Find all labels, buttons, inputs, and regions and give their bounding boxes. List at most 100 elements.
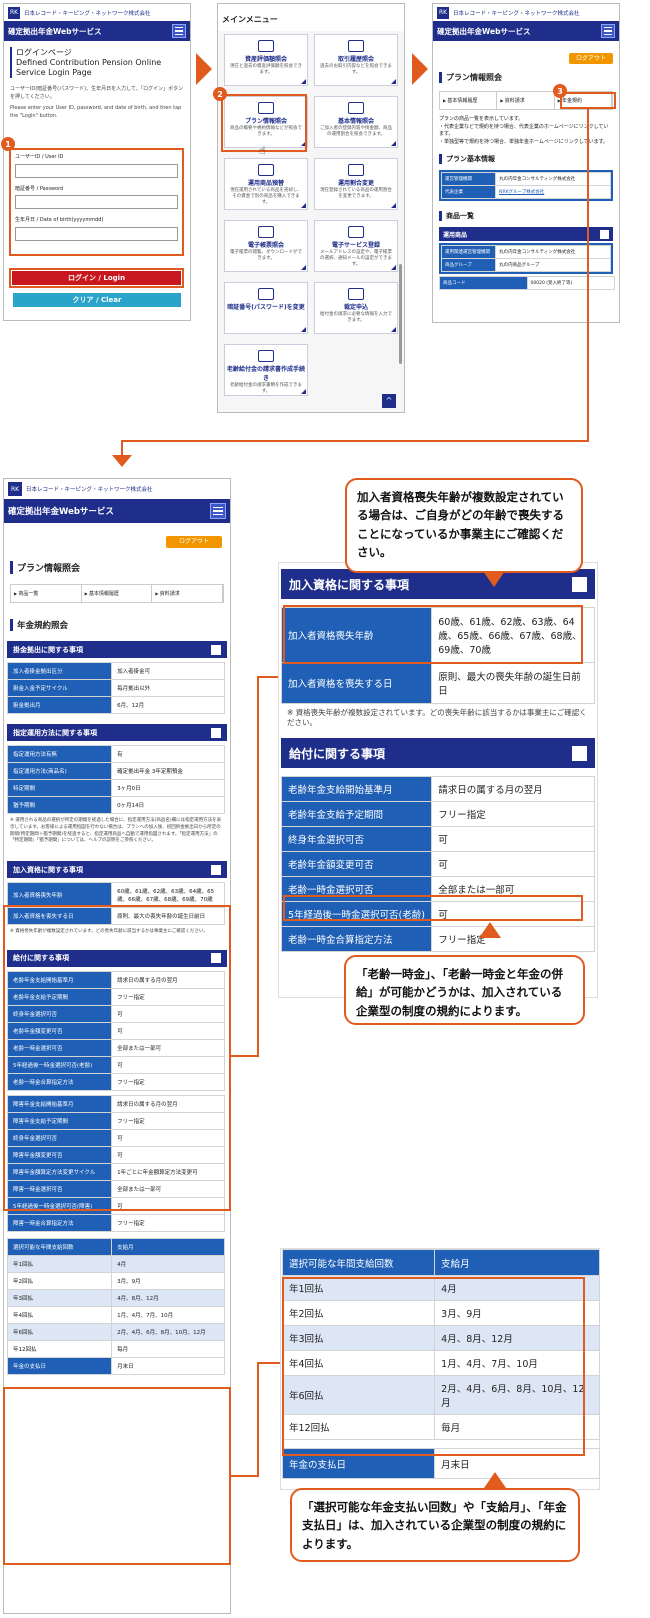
crumb-documents[interactable]: 資料請求: [152, 585, 224, 602]
menu-tile-desc: 現在登録されている商品の運用割合を変更できます。: [320, 188, 392, 199]
table-value: 加入者掛金可: [111, 662, 225, 680]
company-name: 日本レコード・キーピング・ネットワーク株式会社: [26, 487, 153, 493]
table-row: 特定期間 3ヶ月0日: [6, 779, 225, 797]
menu-tile-title: 電子帳票照会: [247, 242, 284, 249]
menu-tile[interactable]: 基本情報照会 ご加入者の登録内容や掛金額、商品の運用割合を照会できます。: [314, 96, 398, 148]
table-header: 支給月: [111, 1237, 225, 1256]
menu-tile-icon: [258, 226, 274, 238]
callout-lump-sum: 「老齢一時金」、「老齢一時金と年金の併給」が可能かどうかは、加入されている企業型…: [344, 955, 585, 1025]
hand-cursor-icon: ☝: [259, 144, 266, 157]
menu-tile-icon: [348, 102, 364, 114]
table-row: 年4回払 1月、4月、7月、10月: [6, 1305, 225, 1324]
menu-tile-desc: ご加入者の登録内容や掛金額、商品の運用割合を照会できます。: [320, 126, 392, 137]
menu-tile-title: 裁定申込: [343, 304, 368, 311]
table-value: 毎月拠出以外: [111, 679, 225, 697]
crumb-products[interactable]: 商品一覧: [11, 585, 82, 602]
plan-info-heading: プラン情報照会: [10, 561, 224, 574]
table-row: 代表企業 NRKグループ株式会社: [440, 185, 611, 199]
menu-tile[interactable]: 暗証番号(パスワード)を変更: [224, 282, 308, 334]
menu-tile-desc: メールアドレスの設定や、電子帳票の選択、通知メールの設定ができます。: [320, 250, 392, 267]
table-row: 加入者資格喪失年齢 60歳、61歳、62歳、63歳、64歳、65歳、66歳、67歳…: [6, 882, 225, 908]
table-row: 運用関連運営管理機関 丸の内年金コンサルティング株式会社: [440, 245, 611, 259]
menu-icon[interactable]: [210, 503, 226, 519]
menu-tile-title: 電子サービス登録: [331, 242, 380, 249]
table-row: 運営管理機関 丸の内年金コンサルティング株式会社: [440, 172, 611, 186]
crumb-basic-history[interactable]: 基本情報履歴: [440, 92, 498, 109]
table-row: 年1回払 4月: [6, 1254, 225, 1273]
scroll-top-button[interactable]: ^: [382, 394, 396, 408]
table-row: 年金の支払日 月末日: [6, 1356, 225, 1375]
menu-tile[interactable]: 資産評価額照会 現在と過去の資産評価額を照会できます。: [224, 34, 308, 86]
basic-info-table: 運営管理機関 丸の内年金コンサルティング株式会社 代表企業 NRKグループ株式会社: [440, 172, 611, 199]
collapse-icon[interactable]: [600, 229, 609, 239]
table-value: 0ヶ月14日: [111, 796, 225, 814]
connector-line: [231, 1055, 258, 1057]
menu-tile[interactable]: 運用商品預替 現在運用されている商品を売却し、その資金で別の商品を購入できます。: [224, 158, 308, 210]
table-row: 年6回払 2月、4月、6月、8月、10月、12月: [6, 1322, 225, 1341]
login-button[interactable]: ログイン / Login: [12, 271, 181, 285]
clear-button[interactable]: クリア / Clear: [13, 293, 181, 307]
crumb-documents[interactable]: 資料請求: [497, 92, 555, 109]
shitei-bar: 指定運用方法に関する事項: [7, 724, 227, 741]
menu-tile[interactable]: 取引履歴照会 過去のお取引内容などを照会できます。: [314, 34, 398, 86]
company-logo: RK: [8, 482, 22, 496]
menu-icon[interactable]: [172, 24, 186, 38]
table-value: 請求日の属する月の翌月: [431, 776, 595, 803]
kakekin-bar: 掛金拠出に関する事項: [7, 641, 227, 658]
site-title: 確定拠出年金Webサービス: [8, 507, 114, 517]
menu-tile-desc: 老齢給付金の請求書類を作成できます。: [230, 383, 302, 394]
table-value: 原則、最大の喪失年齢の誕生日前日: [431, 662, 595, 704]
password-label: 暗証番号 / Password: [15, 185, 64, 192]
collapse-icon[interactable]: [211, 727, 221, 738]
login-intro-jp: ユーザーID(暗証番号(パスワード)、生年月日を入力して、「ログイン」ボタンを押…: [10, 86, 184, 100]
user-id-input[interactable]: [15, 163, 178, 178]
menu-tile[interactable]: 老齢給付金の請求書作成手続き 老齢給付金の請求書類を作成できます。: [224, 344, 308, 396]
table-key: 指定運用方法有無: [6, 745, 113, 763]
company-link[interactable]: NRKグループ株式会社: [495, 185, 611, 199]
table-key: 運用関連運営管理機関: [440, 245, 497, 259]
dob-label: 生年月日 / Date of birth(yyyymmdd): [15, 217, 104, 223]
table-key: 年4回払: [6, 1305, 113, 1324]
menu-tile-icon: [348, 40, 364, 52]
collapse-icon[interactable]: [211, 864, 221, 875]
company-logo-bar: RK 日本レコード・キーピング・ネットワーク株式会社: [4, 4, 190, 21]
collapse-icon[interactable]: [572, 745, 587, 761]
menu-tile[interactable]: 電子帳票照会 電子帳票の閲覧、ダウンロードができます。: [224, 220, 308, 272]
login-form: ユーザーID / User ID 暗証番号 / Password 生年月日 / …: [9, 148, 184, 256]
table-key: 指定運用方法(商品名): [6, 762, 113, 780]
plan-info-heading: プラン情報照会: [439, 72, 613, 83]
password-input[interactable]: [15, 195, 178, 209]
table-row: 年12回払 毎月: [6, 1339, 225, 1358]
menu-tile-title: 取引履歴照会: [337, 56, 374, 63]
table-key: 老齢年金支給予定期間: [280, 801, 433, 828]
products-bar-label: 運用商品: [443, 231, 468, 239]
logout-button[interactable]: ログアウト: [569, 53, 613, 64]
table-key: 終身年金選択可否: [280, 826, 433, 853]
step-badge-1: 1: [1, 137, 15, 151]
dob-input[interactable]: [15, 226, 178, 241]
menu-tile-title: 暗証番号(パスワード)を変更: [227, 304, 305, 311]
zoom-kyufu-bar: 給付に関する事項: [281, 738, 595, 769]
crumb-basic-history[interactable]: 基本情報履歴: [82, 585, 153, 602]
menu-tile[interactable]: 電子サービス登録 メールアドレスの設定や、電子帳票の選択、通知メールの設定ができま…: [314, 220, 398, 272]
table-row: 加入者資格を喪失する日 原則、最大の喪失年齢の誕生日前日: [280, 662, 595, 704]
table-value: 3ヶ月0日: [111, 779, 225, 797]
table-key: 年12回払: [6, 1339, 113, 1358]
tile-corner-icon: [301, 389, 306, 394]
menu-tile[interactable]: 裁定申込 給付金の請求に必要な情報を入力できます。: [314, 282, 398, 334]
scrollbar[interactable]: [399, 264, 402, 364]
zoom-shikaku-label: 加入資格に関する事項: [289, 577, 410, 592]
collapse-icon[interactable]: [211, 644, 221, 655]
table-key: 老齢年金支給開始基準月: [280, 776, 433, 803]
menu-tile-icon: [348, 288, 364, 300]
shikaku-bar: 加入資格に関する事項: [7, 861, 227, 878]
flow-arrow-2: [412, 53, 428, 85]
callout-pointer: [484, 1472, 506, 1488]
logout-button[interactable]: ログアウト: [166, 536, 222, 548]
tile-corner-icon: [391, 203, 396, 208]
menu-icon[interactable]: [601, 24, 615, 38]
collapse-icon[interactable]: [572, 576, 587, 592]
table-row: 終身年金選択可否可: [280, 826, 595, 853]
table-value: 丸の内商品グループ: [495, 258, 611, 272]
menu-tile[interactable]: 運用割合変更 現在登録されている商品の運用割合を変更できます。: [314, 158, 398, 210]
